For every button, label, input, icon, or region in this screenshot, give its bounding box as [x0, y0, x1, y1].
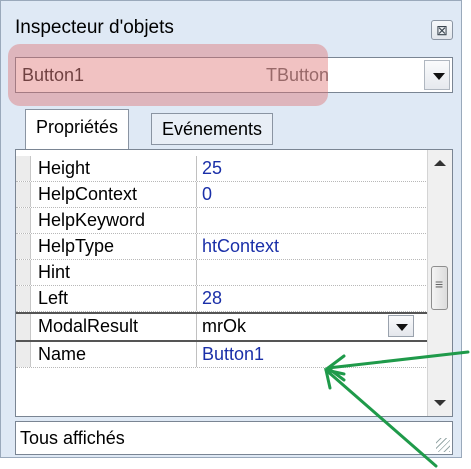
property-row[interactable]: Left 28: [16, 286, 428, 312]
property-value[interactable]: 25: [202, 158, 222, 179]
window-title: Inspecteur d'objets: [15, 17, 174, 38]
row-gutter: [16, 156, 31, 181]
property-value[interactable]: 28: [202, 288, 222, 309]
property-row[interactable]: HelpContext 0: [16, 182, 428, 208]
column-separator: [196, 342, 197, 367]
column-separator: [196, 234, 197, 259]
column-separator: [196, 314, 197, 340]
annotation-highlight: [8, 44, 328, 106]
property-value[interactable]: mrOk: [202, 316, 246, 337]
property-row[interactable]: HelpKeyword: [16, 208, 428, 234]
property-name: Height: [38, 158, 91, 178]
property-name: HelpType: [38, 236, 115, 256]
column-separator: [196, 156, 197, 181]
property-row[interactable]: Name Button1: [16, 342, 428, 368]
row-gutter: [16, 182, 31, 207]
row-gutter: [16, 234, 31, 259]
property-value[interactable]: htContext: [202, 236, 279, 257]
property-name: Name: [38, 344, 87, 364]
property-row-selected[interactable]: ModalResult mrOk: [16, 312, 428, 342]
property-row[interactable]: Height 25: [16, 156, 428, 182]
tab-proprietes[interactable]: Propriétés: [25, 109, 130, 149]
row-gutter: [16, 208, 31, 233]
row-gutter: [16, 260, 31, 285]
row-gutter: [16, 286, 31, 311]
scroll-thumb[interactable]: [431, 266, 448, 310]
property-row[interactable]: HelpType htContext: [16, 234, 428, 260]
vertical-scrollbar[interactable]: [427, 150, 452, 416]
scroll-up-icon[interactable]: [434, 160, 446, 166]
status-bar: Tous affichés: [15, 421, 453, 455]
property-value[interactable]: Button1: [202, 344, 264, 365]
close-icon[interactable]: ⊠: [431, 20, 453, 40]
column-separator: [196, 260, 197, 285]
chevron-down-icon[interactable]: [424, 60, 450, 90]
column-separator: [196, 208, 197, 233]
status-text: Tous affichés: [20, 428, 125, 448]
title-bar: Inspecteur d'objets ⊠: [1, 1, 461, 47]
property-name: Hint: [38, 262, 71, 282]
row-gutter: [16, 314, 31, 340]
scroll-down-icon[interactable]: [434, 400, 446, 406]
property-grid: Height 25 HelpContext 0 HelpKeyword Help…: [15, 149, 453, 417]
property-name: HelpKeyword: [38, 210, 146, 230]
resize-grip-icon[interactable]: [436, 438, 450, 452]
column-separator: [196, 286, 197, 311]
tab-evenements[interactable]: Evénements: [151, 113, 274, 145]
property-value[interactable]: 0: [202, 184, 212, 205]
property-name: HelpContext: [38, 184, 138, 204]
column-separator: [196, 182, 197, 207]
property-name: ModalResult: [38, 316, 139, 336]
property-row[interactable]: Hint: [16, 260, 428, 286]
value-dropdown-icon[interactable]: [388, 315, 414, 337]
row-gutter: [16, 342, 31, 367]
property-name: Left: [38, 288, 69, 308]
